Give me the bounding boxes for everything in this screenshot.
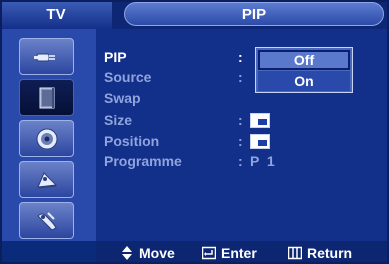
menu-row-pip[interactable]: PIP : <box>104 47 250 67</box>
return-menu-icon <box>288 246 302 259</box>
menu-tab-label: TV <box>46 6 66 23</box>
help-move: Move <box>120 245 175 261</box>
menu-row-label: Position <box>104 133 160 149</box>
page-title: PIP <box>124 2 384 26</box>
pip-dropdown[interactable]: Off On <box>255 47 353 93</box>
enter-icon <box>202 246 216 259</box>
picture-icon <box>39 87 54 108</box>
dropdown-option-on[interactable]: On <box>258 71 350 91</box>
menu-row-colon: : <box>238 69 243 85</box>
tv-osd-screen: TV PIP PIP: Source: Swap Size: Positi… <box>0 0 389 264</box>
dropdown-option-off[interactable]: Off <box>258 50 350 70</box>
help-enter: Enter <box>202 245 257 261</box>
pip-position-icon <box>250 133 270 149</box>
menu-row-colon: : <box>238 112 243 128</box>
menu-row-label: PIP <box>104 49 127 65</box>
dropdown-option-label: Off <box>293 52 315 68</box>
page-title-text: PIP <box>241 5 267 23</box>
menu-row-size[interactable]: Size : <box>104 110 270 130</box>
menu-row-colon: : <box>238 133 243 149</box>
menu-row-colon: : <box>238 49 243 65</box>
menu-row-swap[interactable]: Swap <box>104 88 238 108</box>
menu-tab-tv[interactable]: TV <box>0 0 112 29</box>
footer: Move Enter Return <box>0 241 389 264</box>
help-move-label: Move <box>139 244 175 261</box>
up-down-arrow-icon <box>122 245 132 260</box>
pip-size-icon <box>250 112 270 128</box>
setup-icon <box>36 211 57 231</box>
menu-row-source[interactable]: Source : <box>104 67 250 87</box>
help-bar: Move Enter Return <box>96 241 389 264</box>
menu-row-label: Size <box>104 112 133 128</box>
sidebar-item-channel[interactable] <box>19 161 74 198</box>
sidebar-item-sound[interactable] <box>19 120 74 157</box>
menu-row-position[interactable]: Position : <box>104 131 270 151</box>
sound-icon <box>36 128 57 149</box>
menu-row-label: Programme <box>104 153 182 169</box>
sidebar-item-setup[interactable] <box>19 202 74 239</box>
help-return-label: Return <box>307 244 353 261</box>
menu-row-label: Source <box>104 69 152 85</box>
sidebar-item-picture[interactable] <box>19 79 74 116</box>
menu-row-colon: : <box>238 153 243 169</box>
menu-row-programme[interactable]: Programme : P 1 <box>104 151 275 171</box>
sidebar-item-input[interactable] <box>19 38 74 75</box>
help-return: Return <box>288 245 352 261</box>
menu-row-label: Swap <box>104 90 141 106</box>
sidebar-icons <box>7 29 93 239</box>
channel-icon <box>36 171 57 188</box>
programme-value: P 1 <box>250 153 275 169</box>
input-plug-icon <box>33 53 55 61</box>
dropdown-option-label: On <box>294 73 314 89</box>
help-enter-label: Enter <box>221 244 257 261</box>
header-bar: PIP <box>112 0 389 29</box>
